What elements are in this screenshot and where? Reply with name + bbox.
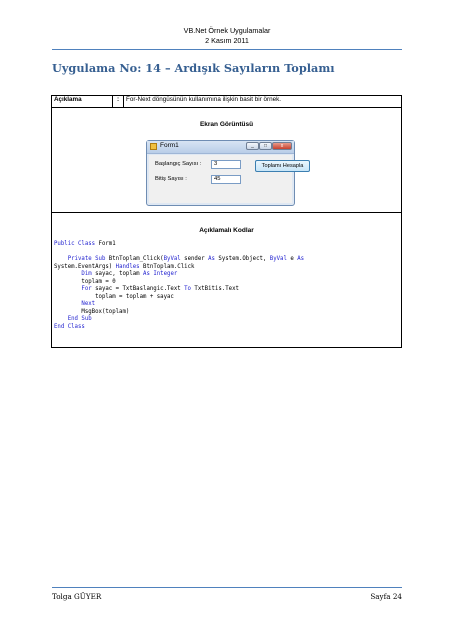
footer-page-number: Sayfa 24 [370,592,402,601]
header-rule [52,49,402,50]
code-keyword: Public Class [54,241,96,247]
page-title: Uygulama No: 14 – Ardışık Sayıların Topl… [52,61,335,75]
header-date: 2 Kasım 2011 [205,36,249,45]
calculate-sum-button[interactable]: Toplamı Hesapla [255,160,310,172]
maximize-icon[interactable]: □ [259,142,272,150]
description-text: For-Next döngüsünün kullanımına ilişkin … [123,95,402,108]
code-text: MsgBox(toplam) [54,308,130,315]
code-text: sayac, toplam [91,271,144,277]
code-keyword: Dim [54,271,92,277]
code-keyword: End Class [54,323,85,330]
code-keyword: As Integer [143,271,178,277]
code-text: e [286,256,298,262]
code-keyword: To [184,286,191,292]
end-number-label: Bitiş Sayısı : [155,176,187,182]
description-label: Açıklama [51,95,113,108]
form-app-icon [150,143,157,150]
code-text: toplam = 0 [54,278,116,285]
minimize-icon[interactable]: _ [246,142,259,150]
code-text: sender [180,256,209,262]
start-number-input[interactable]: 3 [211,160,241,169]
footer-rule [52,587,402,588]
code-keyword: Handles [115,263,140,270]
end-number-input[interactable]: 45 [211,175,241,184]
code-text: Form1 [95,241,116,247]
code-text: sayac = TxtBaslangic.Text [91,286,185,292]
form-title: Form1 [160,142,179,149]
code-heading: Açıklamalı Kodlar [199,227,254,234]
code-keyword: Next [54,301,96,307]
page-header: VB.Net Örnek Uygulamalar 2 Kasım 2011 [52,26,402,46]
code-keyword: ByVal [163,256,181,262]
code-keyword: End Sub [54,316,92,322]
code-block: Public Class Form1 Private Sub BtnToplam… [54,241,304,331]
code-keyword: For [54,286,92,292]
form-body: Başlangıç Sayısı : 3 Bitiş Sayısı : 45 T… [149,155,310,203]
code-keyword: Private Sub [54,256,106,262]
start-number-label: Başlangıç Sayısı : [155,161,202,167]
code-text: TxtBitis.Text [190,286,239,292]
screenshot-section: Ekran Görüntüsü Form1 _ □ x Başlangıç Sa… [51,107,402,213]
header-doc-title: VB.Net Örnek Uygulamalar [183,26,271,35]
code-text: BtnToplam.Click [139,263,195,270]
code-text: System.EventArgs) [54,263,116,270]
screenshot-heading: Ekran Görüntüsü [199,121,254,128]
form-window: Form1 _ □ x Başlangıç Sayısı : 3 Bitiş S… [146,140,310,206]
code-keyword: As [297,256,305,262]
code-keyword: As [208,256,215,262]
code-section: Açıklamalı Kodlar Public Class Form1 Pri… [51,212,402,348]
code-text: toplam = toplam + sayac [54,293,174,300]
footer-author: Tolga GÜYER [52,592,102,601]
code-text: BtnToplam_Click( [105,256,164,262]
exercise-table: Açıklama : For-Next döngüsünün kullanımı… [51,95,402,348]
code-text: System.Object, [214,256,270,262]
code-keyword: ByVal [269,256,287,262]
close-icon[interactable]: x [272,142,292,150]
form-titlebar: Form1 _ □ x [147,141,294,154]
description-colon: : [112,95,124,108]
